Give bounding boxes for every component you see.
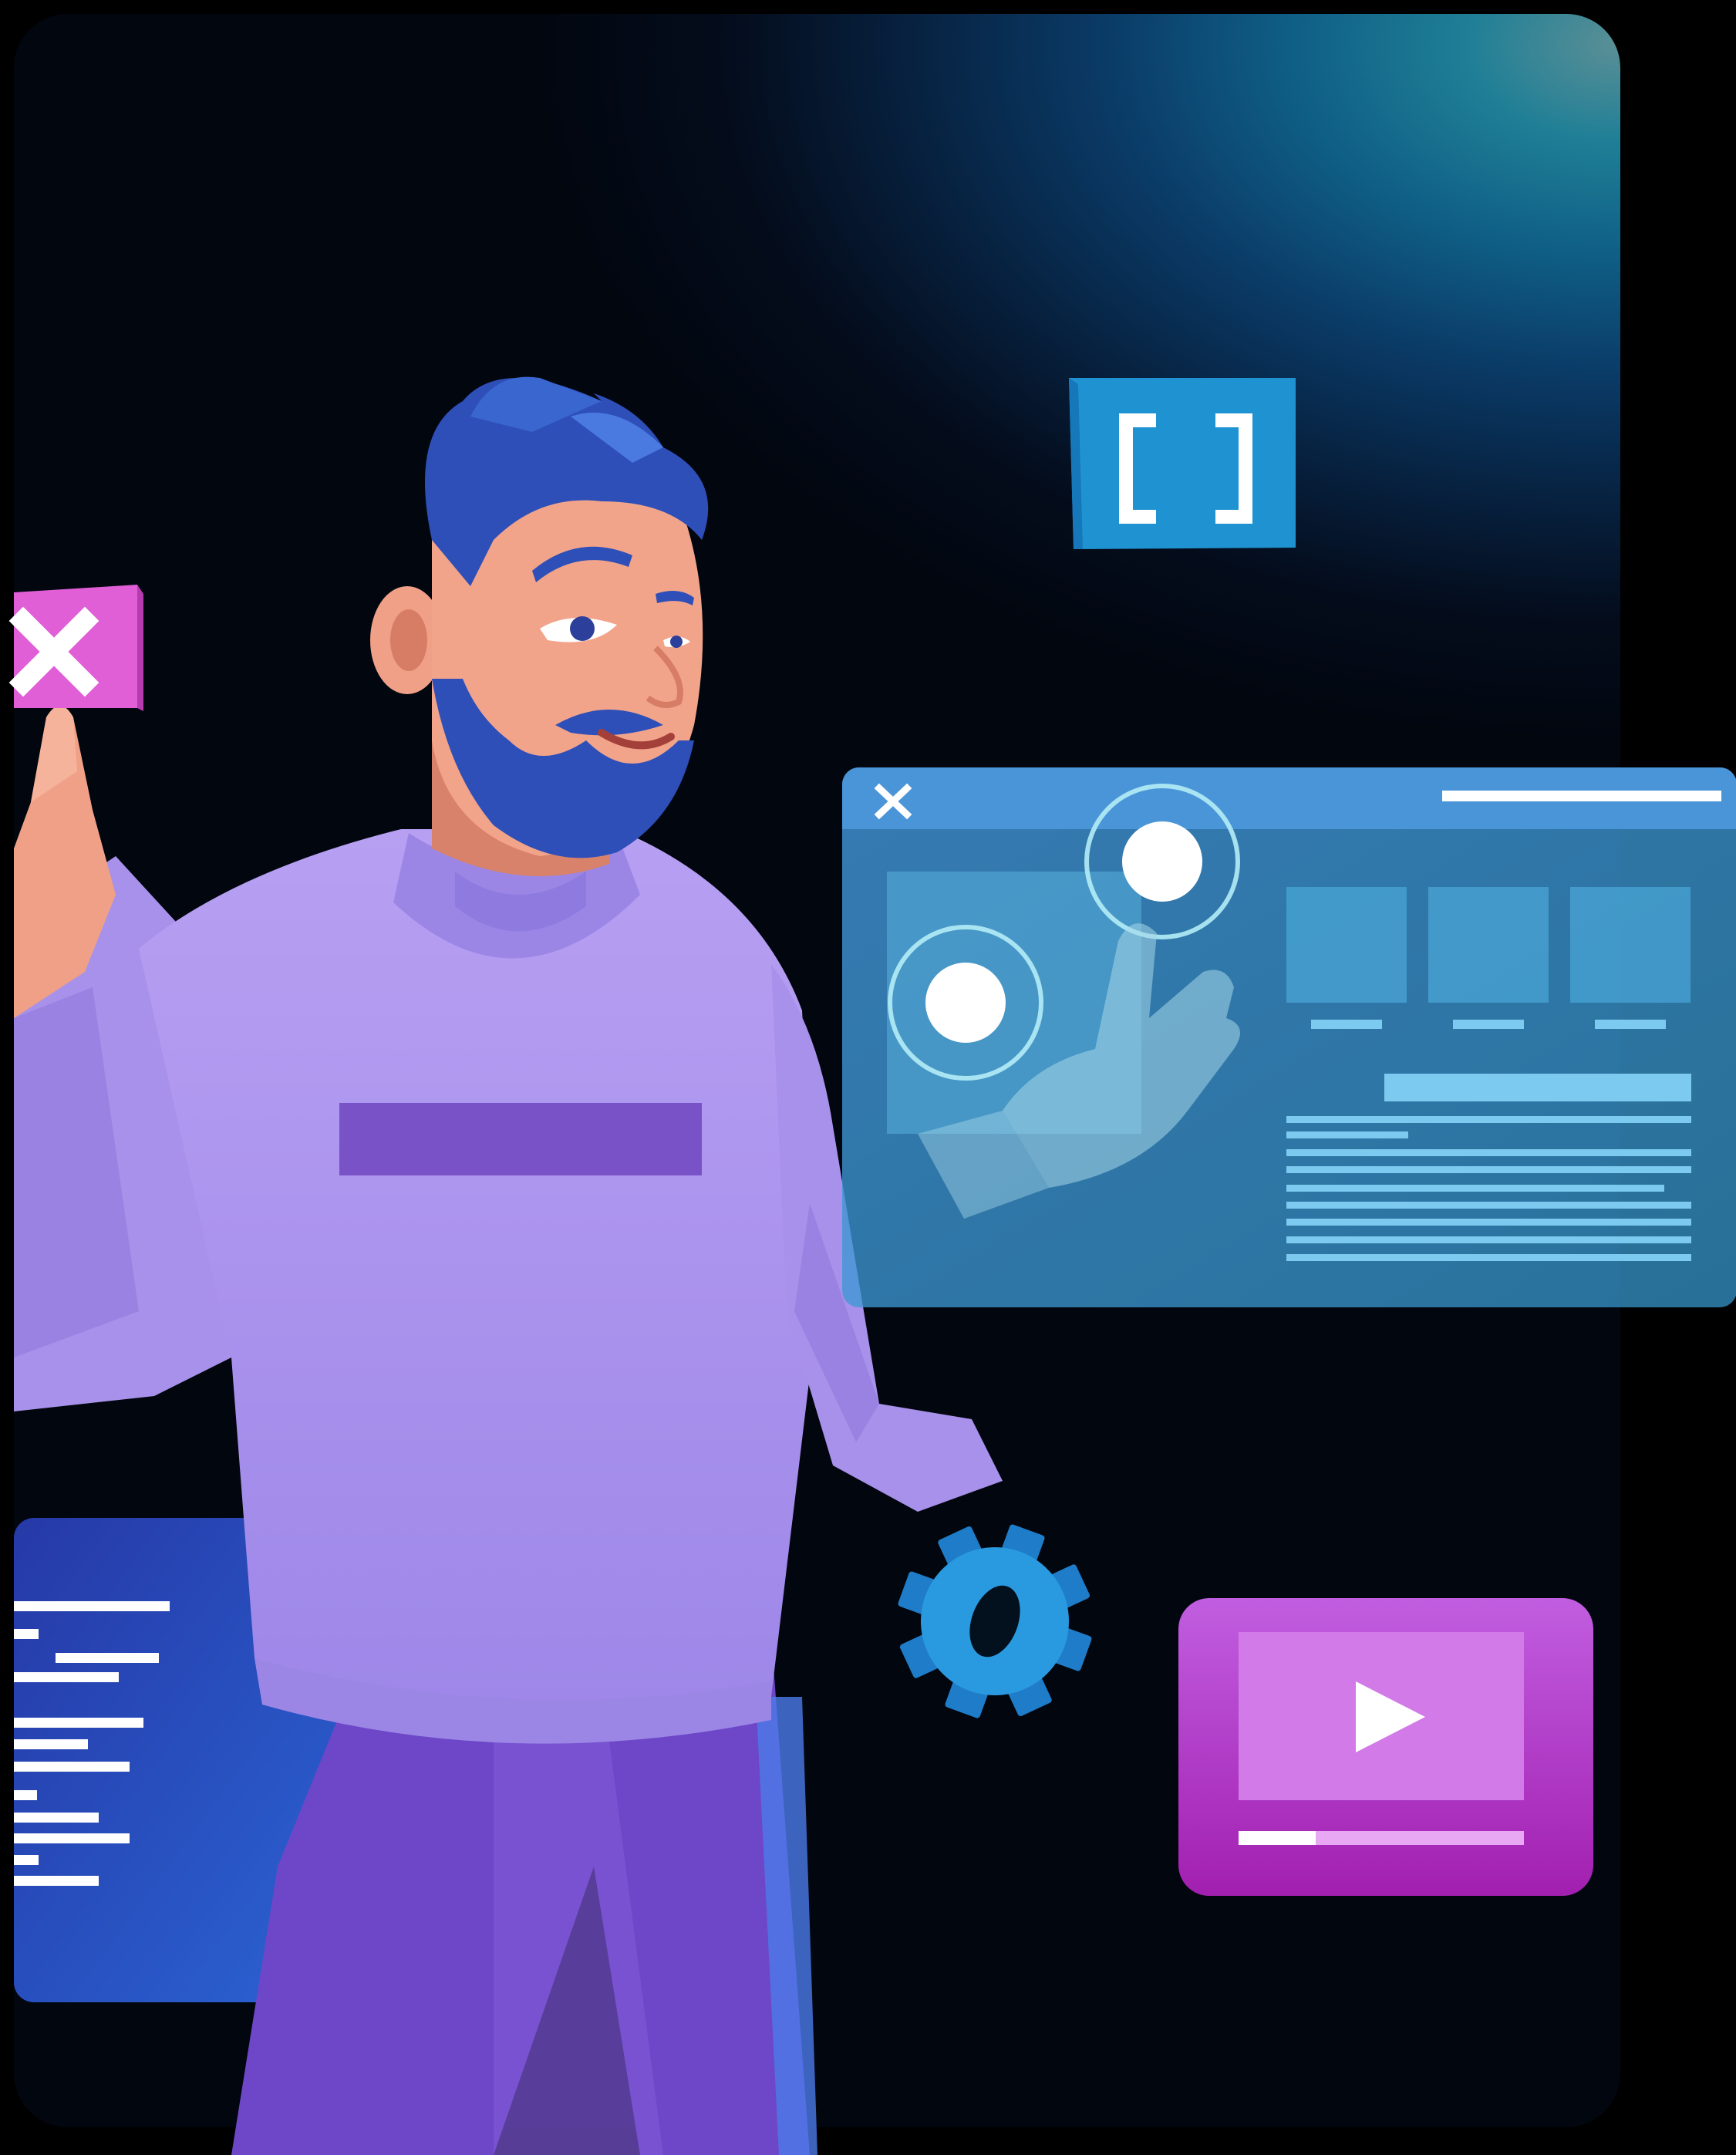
thumbnail-caption	[1311, 1020, 1382, 1029]
illustration-svg	[8, 376, 1736, 2155]
video-progress-fill	[1239, 1831, 1316, 1845]
panel-heading-bar	[1384, 1074, 1691, 1101]
gear-icon[interactable]	[871, 1497, 1120, 1746]
thumbnail[interactable]	[1428, 887, 1549, 1003]
thumbnail[interactable]	[1286, 887, 1407, 1003]
interface-panel	[842, 767, 1736, 1307]
man-head	[370, 376, 709, 876]
brackets-tile[interactable]	[1069, 378, 1296, 549]
panel-title-bar-line	[1442, 791, 1721, 801]
illustration-scene	[0, 0, 1736, 2155]
thumbnail[interactable]	[1570, 887, 1690, 1003]
close-tile[interactable]	[8, 585, 143, 711]
video-player[interactable]	[1178, 1598, 1593, 1896]
thumbnail-caption	[1595, 1020, 1666, 1029]
thumbnail-caption	[1453, 1020, 1524, 1029]
sweater-stripe	[339, 1103, 702, 1175]
